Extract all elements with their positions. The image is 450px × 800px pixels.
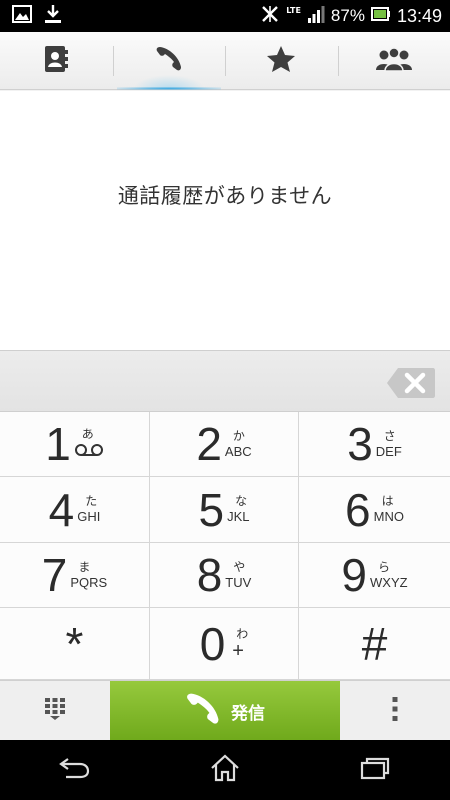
home-icon <box>210 754 240 786</box>
key-letters: ABC <box>224 443 252 459</box>
key-1[interactable]: 1 あ <box>0 412 150 477</box>
contacts-book-icon <box>43 45 69 77</box>
status-bar: LTE 87% 13:49 <box>0 0 450 32</box>
key-letters: WXYZ <box>370 574 408 590</box>
key-digit: 8 <box>196 549 223 601</box>
key-digit: 5 <box>198 483 225 536</box>
key-kana: か <box>232 428 245 443</box>
key-kana: あ <box>81 427 94 441</box>
dialpad-icon <box>44 697 66 725</box>
key-letters: TUV <box>225 574 252 590</box>
key-6[interactable]: 6 は MNO <box>299 477 450 543</box>
key-letters: PQRS <box>70 574 108 590</box>
recent-apps-button[interactable] <box>345 750 405 790</box>
key-digit: # <box>361 617 388 670</box>
key-star[interactable]: * <box>0 608 150 680</box>
tab-call-log[interactable] <box>112 32 226 90</box>
key-letters: GHI <box>77 509 101 524</box>
tab-bar <box>0 32 450 90</box>
key-digit: 0 <box>199 617 226 670</box>
tab-contacts[interactable] <box>0 32 113 89</box>
group-people-icon <box>375 46 413 76</box>
dialer-screen: LTE 87% 13:49 通話履歴がありません 1 あ 2 か ABC 3 さ… <box>0 0 450 800</box>
system-nav-bar <box>0 740 450 800</box>
phone-handset-icon <box>185 691 221 731</box>
key-digit: 9 <box>341 549 368 601</box>
clock: 13:49 <box>396 5 442 26</box>
gallery-icon <box>12 5 32 27</box>
key-digit: 4 <box>48 483 75 536</box>
key-5[interactable]: 5 な JKL <box>150 477 299 543</box>
key-hash[interactable]: # <box>299 608 450 680</box>
overflow-menu-icon <box>391 695 399 727</box>
key-digit: * <box>65 617 84 670</box>
recent-apps-icon <box>360 756 390 784</box>
key-digit: 7 <box>41 549 68 601</box>
key-letters: MNO <box>373 509 404 524</box>
tab-favorites[interactable] <box>225 32 338 89</box>
key-kana: た <box>85 494 98 508</box>
key-kana: ま <box>78 559 91 574</box>
key-7[interactable]: 7 ま PQRS <box>0 543 150 608</box>
dialpad: 1 あ 2 か ABC 3 さ DEF 4 た GHI 5 な JKL 6 は … <box>0 412 450 680</box>
backspace-icon[interactable] <box>386 367 436 399</box>
key-kana: ら <box>378 559 391 574</box>
key-3[interactable]: 3 さ DEF <box>299 412 450 477</box>
battery-percent: 87% <box>330 6 365 25</box>
voicemail-icon <box>74 442 104 461</box>
key-letters: DEF <box>375 443 402 459</box>
download-icon <box>44 4 62 28</box>
empty-call-log-message: 通話履歴がありません <box>117 183 333 208</box>
back-button[interactable] <box>45 750 105 790</box>
key-9[interactable]: 9 ら WXYZ <box>299 543 450 608</box>
overflow-menu-button[interactable] <box>340 681 450 741</box>
signal-icon <box>307 4 325 28</box>
home-button[interactable] <box>195 750 255 790</box>
hide-dialpad-button[interactable] <box>0 681 110 741</box>
tab-groups[interactable] <box>337 32 450 89</box>
key-digit: 3 <box>347 418 373 470</box>
key-digit: 1 <box>45 418 71 470</box>
back-icon <box>58 756 92 784</box>
battery-icon <box>370 6 391 26</box>
key-4[interactable]: 4 た GHI <box>0 477 150 543</box>
key-digit: 6 <box>345 483 371 536</box>
network-type: LTE <box>286 5 301 15</box>
key-kana: な <box>235 494 248 508</box>
key-kana: さ <box>383 428 396 443</box>
call-button[interactable]: 発信 <box>110 681 340 741</box>
key-digit: 2 <box>196 418 222 470</box>
phone-handset-icon <box>155 45 183 77</box>
star-icon <box>266 45 296 77</box>
key-letters: + <box>232 640 244 662</box>
key-letters: JKL <box>227 509 250 524</box>
call-label: 発信 <box>231 703 265 724</box>
key-8[interactable]: 8 や TUV <box>150 543 299 608</box>
phone-number-field[interactable] <box>0 350 450 412</box>
dialer-action-row: 発信 <box>0 680 450 741</box>
no-sync-icon <box>260 4 280 28</box>
key-kana: や <box>233 559 246 574</box>
key-0[interactable]: 0 わ + <box>150 608 299 680</box>
key-2[interactable]: 2 か ABC <box>150 412 299 477</box>
call-log-list: 通話履歴がありません <box>0 91 450 350</box>
key-kana: は <box>381 494 394 508</box>
